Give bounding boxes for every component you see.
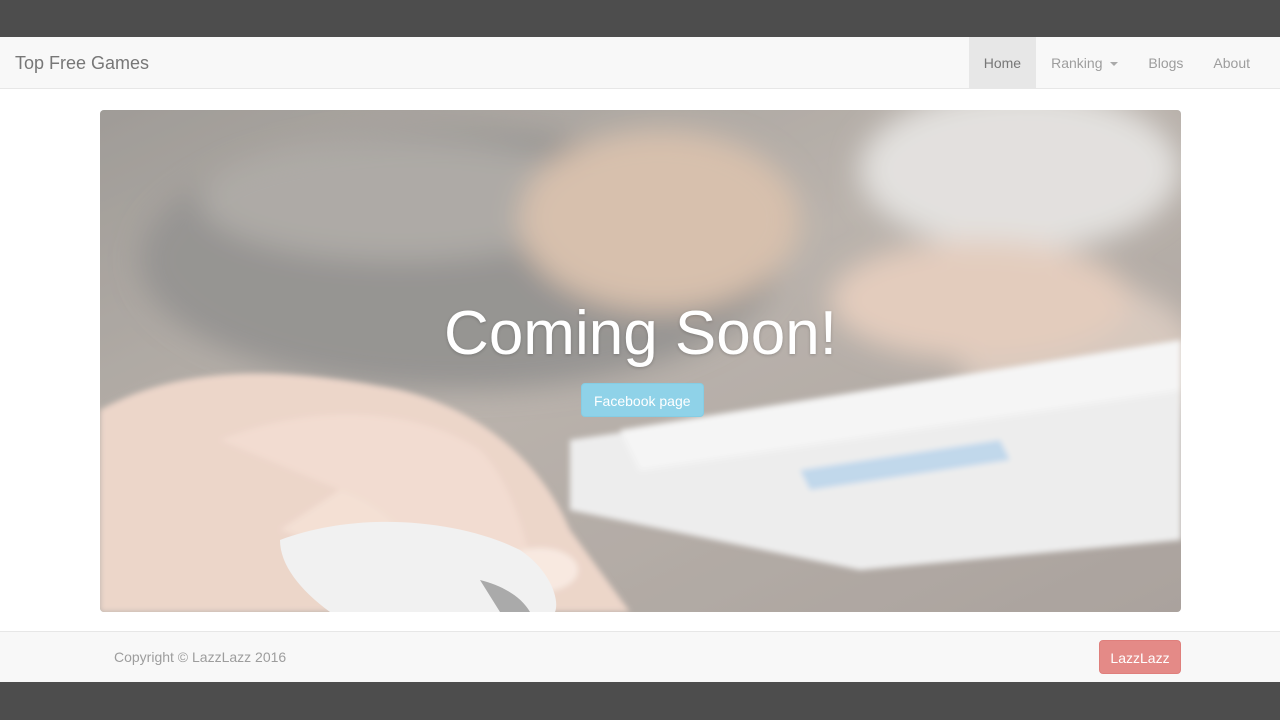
nav-item-label: Ranking bbox=[1051, 55, 1103, 71]
lazzlazz-button[interactable]: LazzLazz bbox=[1099, 640, 1181, 674]
nav-menu: Home Ranking Blogs About bbox=[968, 37, 1265, 89]
copyright-text: Copyright © LazzLazz 2016 bbox=[114, 649, 287, 665]
nav-item-blogs[interactable]: Blogs bbox=[1133, 37, 1198, 89]
navbar: Top Free Games Home Ranking Blogs About bbox=[0, 37, 1280, 89]
hero-title: Coming Soon! bbox=[444, 299, 837, 368]
brand-link[interactable]: Top Free Games bbox=[15, 37, 149, 89]
nav-item-ranking[interactable]: Ranking bbox=[1036, 37, 1133, 89]
facebook-page-button[interactable]: Facebook page bbox=[581, 383, 704, 417]
hero-banner: Coming Soon! Facebook page bbox=[100, 110, 1181, 612]
nav-item-label: Home bbox=[983, 55, 1022, 71]
footer: Copyright © LazzLazz 2016 LazzLazz bbox=[0, 631, 1280, 682]
caret-down-icon bbox=[1110, 62, 1119, 67]
nav-item-label: About bbox=[1213, 55, 1250, 71]
nav-item-label: Blogs bbox=[1148, 55, 1184, 71]
nav-item-home[interactable]: Home bbox=[968, 37, 1037, 89]
nav-item-about[interactable]: About bbox=[1198, 37, 1265, 89]
page: Top Free Games Home Ranking Blogs About bbox=[0, 37, 1280, 682]
